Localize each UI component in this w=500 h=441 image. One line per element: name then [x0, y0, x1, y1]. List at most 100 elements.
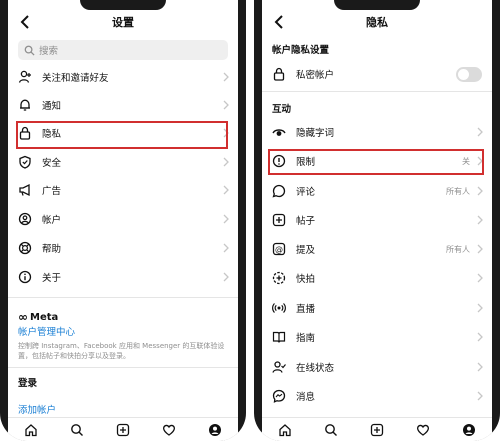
notch — [334, 0, 420, 10]
accounts-center-link[interactable]: 帐户管理中心 — [18, 324, 75, 338]
account-icon — [18, 212, 32, 226]
home-icon[interactable] — [23, 422, 39, 438]
eye-icon — [272, 125, 286, 139]
settings-item-help[interactable]: 帮助 — [18, 235, 234, 261]
story-icon — [272, 271, 286, 285]
messenger-icon — [272, 389, 286, 403]
private-account-row: 私密帐户 — [272, 61, 488, 87]
privacy-item-restrict[interactable]: 限制 关 — [272, 148, 488, 174]
divider — [262, 91, 492, 92]
meta-description: 控制跨 Instagram、Facebook 应用和 Messenger 的互联… — [18, 342, 225, 360]
bell-icon — [18, 98, 32, 112]
privacy-item-comments[interactable]: 评论 所有人 — [272, 178, 488, 204]
chevron-right-icon — [477, 362, 483, 372]
add-account-link[interactable]: 添加帐户 — [18, 402, 56, 416]
settings-item-label: 帮助 — [42, 244, 62, 255]
phone-left: 设置 搜索 关注和邀请好友 通知 隐私 安全 广告 帐户 帮助 关于 ∞ Met… — [0, 0, 246, 441]
page-title: 隐私 — [366, 16, 388, 29]
heart-icon[interactable] — [161, 422, 177, 438]
chevron-right-icon — [477, 332, 483, 342]
lock-icon — [272, 67, 286, 81]
privacy-item-mentions[interactable]: @ 提及 所有人 — [272, 236, 488, 262]
new-post-icon[interactable] — [115, 422, 131, 438]
chevron-right-icon — [223, 243, 229, 253]
privacy-item-label: 消息 — [296, 392, 316, 403]
privacy-item-live[interactable]: 直播 — [272, 295, 488, 321]
privacy-item-label: 快拍 — [296, 274, 316, 285]
chevron-right-icon — [477, 186, 483, 196]
settings-item-ads[interactable]: 广告 — [18, 177, 234, 203]
meta-logo: ∞ Meta — [18, 310, 58, 324]
search-nav-icon[interactable] — [323, 422, 339, 438]
notch — [80, 0, 166, 10]
settings-header: 设置 — [8, 10, 238, 36]
lock-icon — [18, 126, 32, 140]
profile-icon[interactable] — [461, 422, 477, 438]
settings-item-label: 关注和邀请好友 — [42, 73, 109, 84]
login-section-title: 登录 — [18, 378, 38, 389]
privacy-item-value: 关 — [462, 156, 470, 166]
info-icon — [18, 270, 32, 284]
chevron-right-icon — [477, 303, 483, 313]
live-icon — [272, 301, 286, 315]
phone-right: 隐私 帐户隐私设置 私密帐户 互动 隐藏字词 限制 关 评论 所有人 帖子 @ … — [254, 0, 500, 441]
chevron-right-icon — [477, 244, 483, 254]
privacy-item-hidden-words[interactable]: 隐藏字词 — [272, 119, 488, 145]
settings-item-label: 关于 — [42, 273, 62, 284]
bottom-nav — [8, 417, 238, 441]
settings-item-account[interactable]: 帐户 — [18, 206, 234, 232]
chevron-right-icon — [223, 214, 229, 224]
account-privacy-section-title: 帐户隐私设置 — [272, 45, 330, 56]
privacy-item-story[interactable]: 快拍 — [272, 265, 488, 291]
at-icon: @ — [272, 242, 286, 256]
privacy-item-posts[interactable]: 帖子 — [272, 207, 488, 233]
chevron-right-icon — [477, 391, 483, 401]
heart-icon[interactable] — [415, 422, 431, 438]
chevron-right-icon — [223, 100, 229, 110]
activity-icon — [272, 360, 286, 374]
settings-item-privacy[interactable]: 隐私 — [18, 120, 234, 146]
megaphone-icon — [18, 183, 32, 197]
settings-screen: 设置 搜索 关注和邀请好友 通知 隐私 安全 广告 帐户 帮助 关于 ∞ Met… — [8, 0, 238, 441]
privacy-item-guides[interactable]: 指南 — [272, 324, 488, 350]
privacy-item-messages[interactable]: 消息 — [272, 383, 488, 409]
divider — [8, 367, 238, 368]
settings-item-label: 帐户 — [42, 215, 62, 226]
search-icon — [24, 45, 35, 56]
settings-item-security[interactable]: 安全 — [18, 149, 234, 175]
search-nav-icon[interactable] — [69, 422, 85, 438]
settings-item-follow-invite[interactable]: 关注和邀请好友 — [18, 64, 234, 90]
guide-icon — [272, 330, 286, 344]
restrict-icon — [272, 154, 286, 168]
search-placeholder: 搜索 — [39, 46, 59, 57]
chevron-right-icon — [477, 156, 483, 166]
new-post-icon[interactable] — [369, 422, 385, 438]
settings-item-label: 广告 — [42, 186, 62, 197]
privacy-item-label: 帖子 — [296, 216, 316, 227]
post-add-icon — [272, 213, 286, 227]
privacy-item-label: 在线状态 — [296, 363, 335, 374]
settings-item-label: 安全 — [42, 158, 62, 169]
privacy-item-label: 直播 — [296, 304, 316, 315]
chevron-right-icon — [477, 215, 483, 225]
privacy-item-activity-status[interactable]: 在线状态 — [272, 354, 488, 380]
chevron-right-icon — [223, 128, 229, 138]
privacy-item-value: 所有人 — [446, 186, 470, 196]
home-icon[interactable] — [277, 422, 293, 438]
privacy-item-label: 评论 — [296, 187, 316, 198]
meta-brand-text: Meta — [30, 311, 59, 323]
privacy-item-label: 隐藏字词 — [296, 128, 335, 139]
privacy-item-value: 所有人 — [446, 244, 470, 254]
settings-item-about[interactable]: 关于 — [18, 264, 234, 290]
search-input[interactable]: 搜索 — [18, 40, 228, 60]
private-account-toggle[interactable] — [456, 66, 482, 82]
lifebuoy-icon — [18, 241, 32, 255]
settings-item-label: 隐私 — [42, 129, 62, 140]
privacy-item-label: 提及 — [296, 245, 316, 256]
interactions-section-title: 互动 — [272, 104, 292, 115]
privacy-item-label: 限制 — [296, 157, 316, 168]
chevron-right-icon — [223, 72, 229, 82]
settings-item-notifications[interactable]: 通知 — [18, 92, 234, 118]
profile-icon[interactable] — [207, 422, 223, 438]
chevron-right-icon — [223, 157, 229, 167]
